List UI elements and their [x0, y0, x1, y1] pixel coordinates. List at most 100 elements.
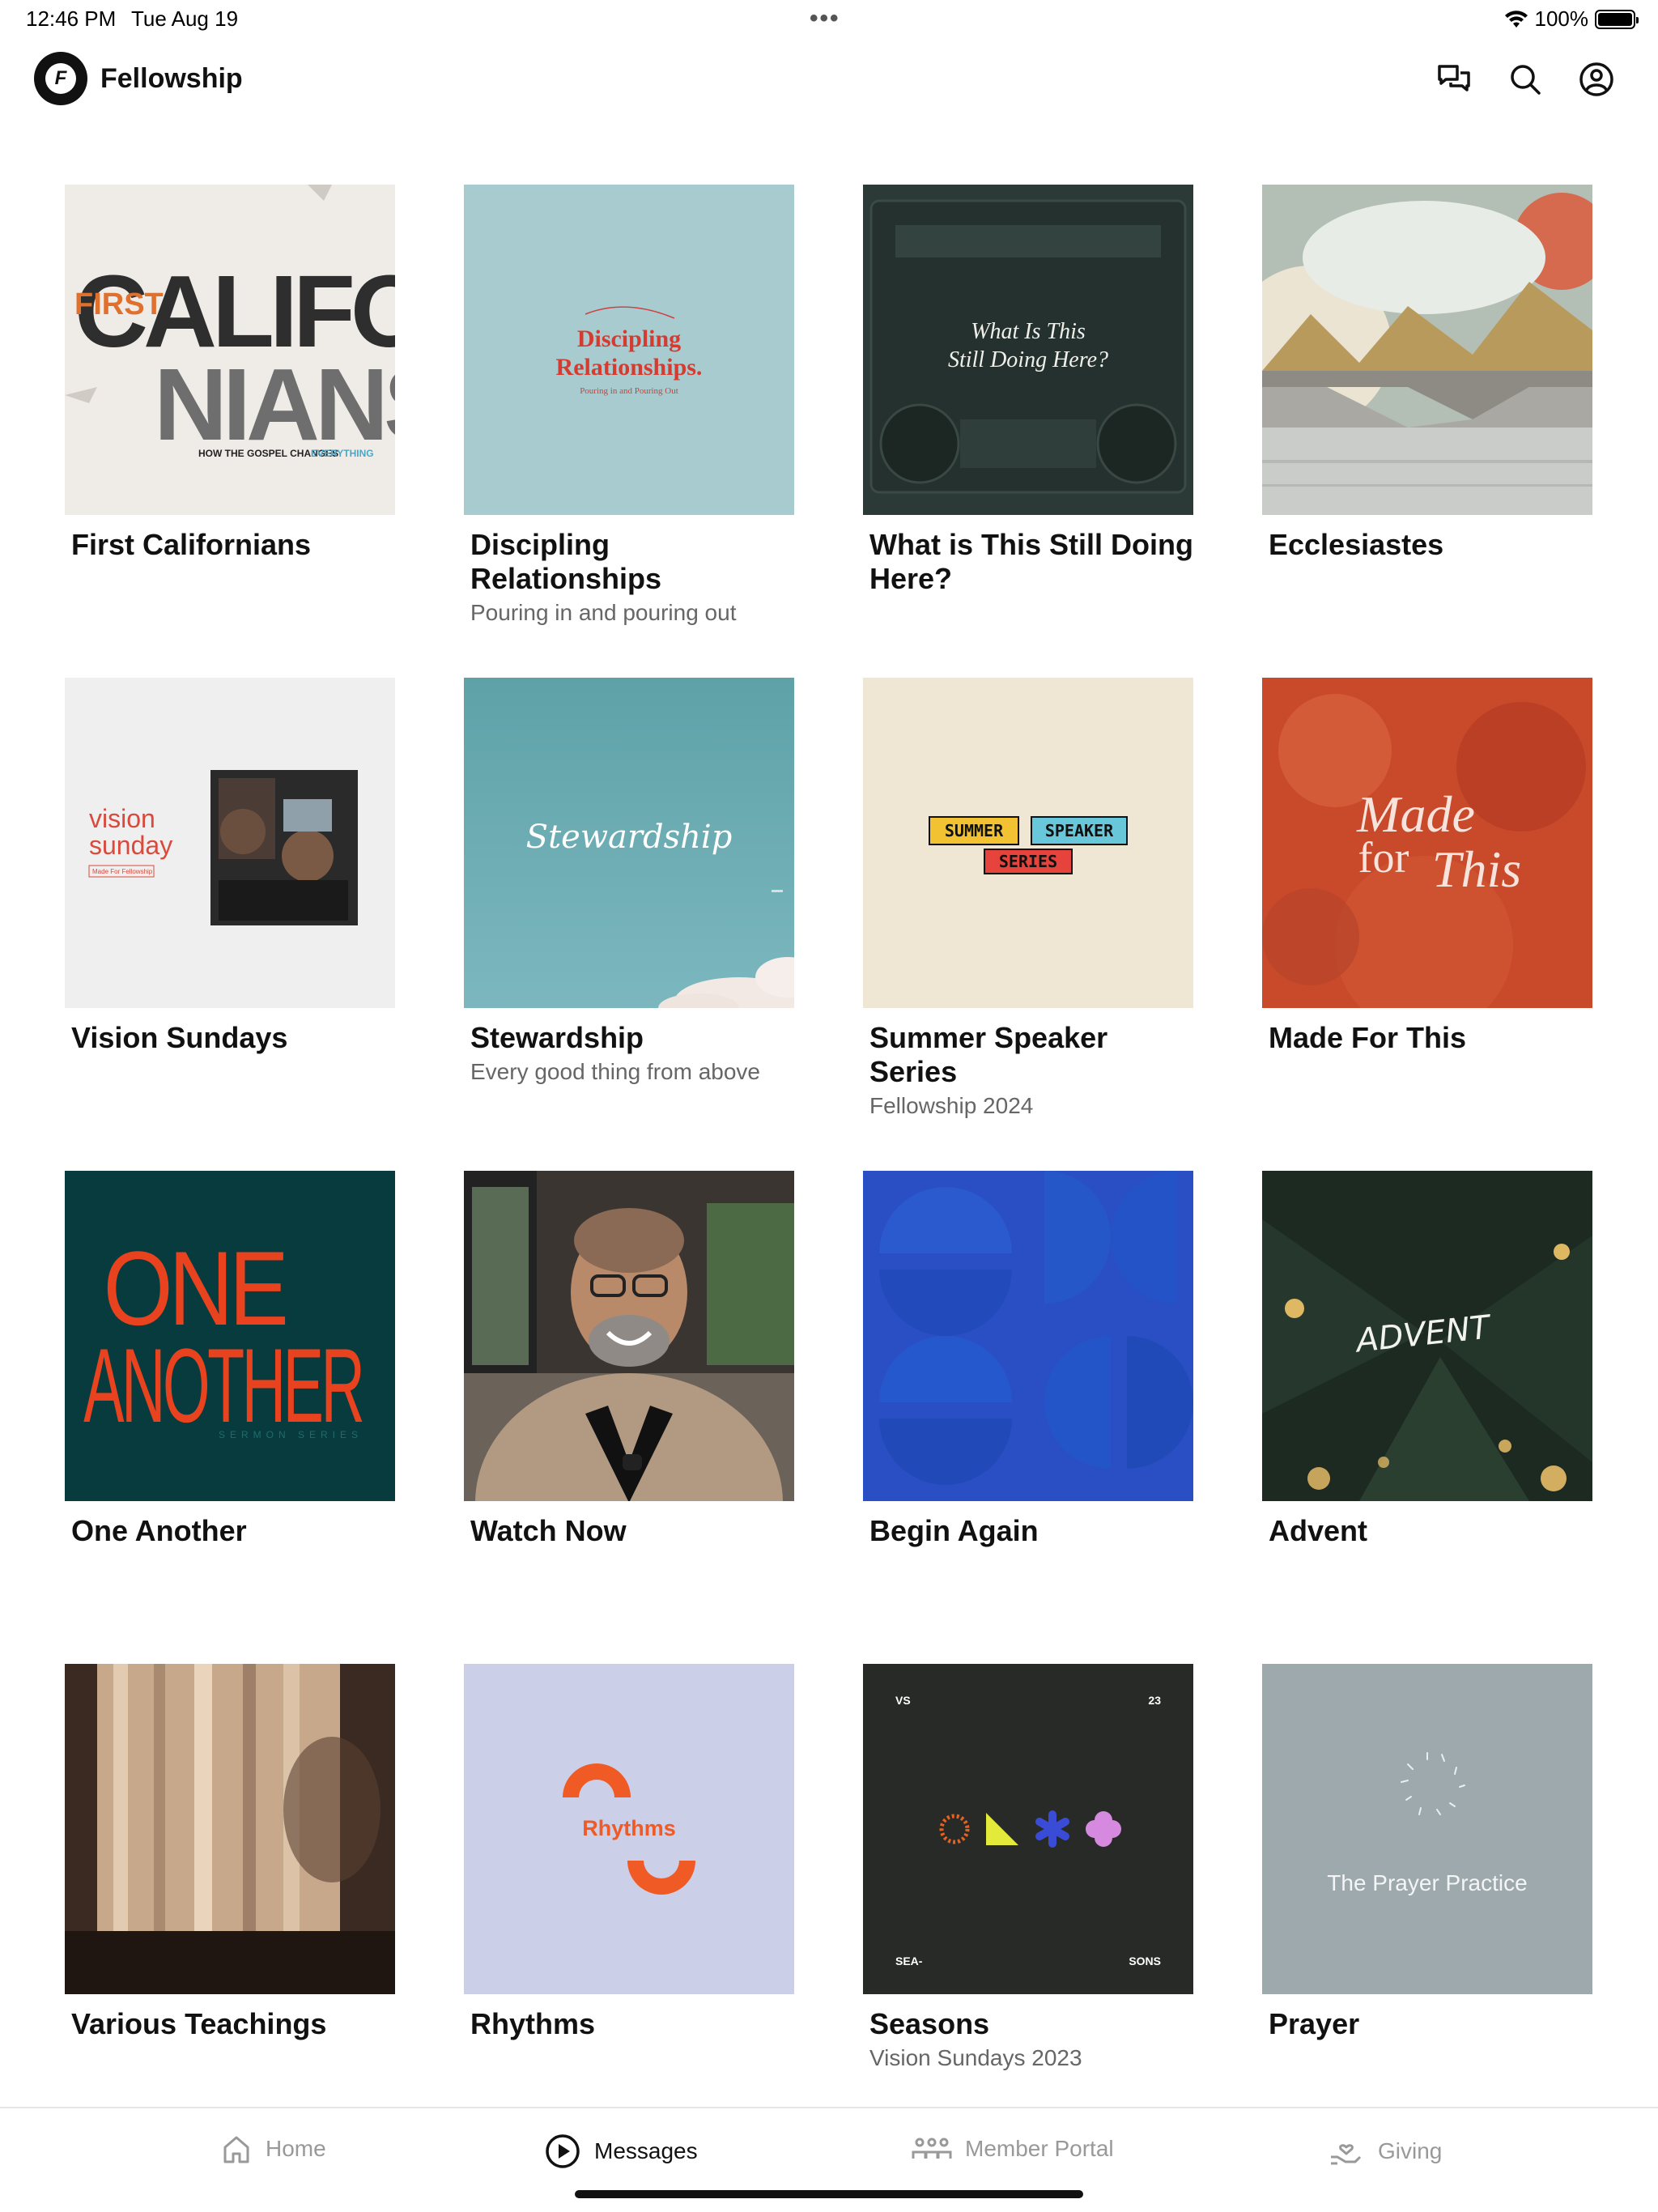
series-title: Advent — [1269, 1514, 1368, 1547]
art-text-1: Discipling — [577, 325, 681, 352]
series-artwork[interactable]: What Is This Still Doing Here? — [863, 185, 1193, 515]
status-bar: 12:46 PM Tue Aug 19 ••• 100% — [0, 0, 1658, 39]
art-text-1: What Is This — [971, 319, 1086, 344]
series-card[interactable]: vision sunday Made For Fellowship Vision… — [65, 678, 395, 1055]
series-artwork[interactable]: VS 23 SEA- SONS — [863, 1664, 1193, 1994]
giving-hand-icon — [1331, 2144, 1362, 2165]
series-title: What is This Still Doing Here? — [869, 528, 1193, 595]
series-title: Summer Speaker Series — [869, 1021, 1108, 1088]
series-card[interactable]: ONE ANOTHER SERMON SERIES One Another — [65, 1171, 395, 1548]
series-subtitle: Fellowship 2024 — [869, 1093, 1034, 1118]
series-artwork[interactable] — [65, 1664, 395, 1994]
series-title: Made For This — [1269, 1021, 1467, 1054]
series-title: Discipling Relationships — [470, 528, 662, 595]
app-header: F Fellowship — [0, 49, 1658, 110]
tab-label: Home — [266, 2136, 326, 2161]
series-title: Vision Sundays — [71, 1021, 288, 1054]
art-footer-accent: EVERYTHING — [311, 448, 374, 459]
art-tag: FIRST — [74, 287, 164, 321]
play-circle-icon — [546, 2134, 580, 2168]
series-artwork[interactable]: ADVENT — [1262, 1171, 1592, 1501]
home-indicator[interactable] — [575, 2190, 1083, 2198]
series-artwork[interactable]: ONE ANOTHER SERMON SERIES — [65, 1171, 395, 1501]
art-text-2: sunday — [89, 831, 172, 860]
series-artwork[interactable] — [1262, 185, 1592, 515]
art-text-2: Still Doing Here? — [948, 347, 1108, 372]
series-subtitle: Every good thing from above — [470, 1059, 760, 1084]
tab-home[interactable]: Home — [220, 2133, 326, 2165]
art-corner-bl: SEA- — [895, 1955, 923, 1967]
art-small: Pouring in and Pouring Out — [580, 386, 678, 396]
series-title: Prayer — [1269, 2007, 1360, 2040]
series-subtitle: Pouring in and pouring out — [470, 600, 737, 625]
art-text-1: vision — [89, 804, 155, 833]
series-title: Rhythms — [470, 2007, 596, 2040]
series-artwork[interactable]: Made for This — [1262, 678, 1592, 1008]
app-title: Fellowship — [100, 63, 243, 94]
series-title: Seasons — [869, 2007, 990, 2040]
chat-icon[interactable] — [1431, 57, 1477, 102]
series-card[interactable]: Ecclesiastes — [1262, 185, 1592, 562]
tab-label: Member Portal — [965, 2136, 1114, 2161]
series-artwork[interactable]: vision sunday Made For Fellowship — [65, 678, 395, 1008]
series-card[interactable]: VS 23 SEA- SONS Seasons Vision Sundays 2… — [863, 1664, 1193, 2072]
art-text-1: The Prayer Practice — [1327, 1870, 1527, 1895]
series-title: Begin Again — [869, 1514, 1039, 1547]
wifi-icon — [1504, 10, 1528, 28]
series-artwork[interactable]: Discipling Relationships. Pouring in and… — [464, 185, 794, 515]
battery-percent: 100% — [1534, 6, 1589, 31]
art-text-1: Stewardship — [526, 819, 733, 856]
art-small: SERMON SERIES — [219, 1429, 363, 1440]
series-card[interactable]: Stewardship Stewardship Every good thing… — [464, 678, 794, 1086]
status-right: 100% — [1504, 6, 1639, 32]
series-title: First Californians — [71, 528, 312, 561]
multitasking-dots-icon[interactable]: ••• — [810, 5, 840, 32]
series-card[interactable]: Made for This Made For This — [1262, 678, 1592, 1055]
art-text-2: for — [1358, 833, 1409, 882]
series-artwork[interactable]: CALIFOR NIANS FIRST HOW THE GOSPEL CHANG… — [65, 185, 395, 515]
series-artwork[interactable] — [464, 1171, 794, 1501]
series-title: Various Teachings — [71, 2007, 327, 2040]
app-logo[interactable]: F — [34, 52, 87, 105]
status-time: 12:46 PM — [26, 6, 117, 31]
art-corner-br: SONS — [1129, 1955, 1161, 1967]
series-card[interactable]: SUMMER SPEAKER SERIES Summer Speaker Ser… — [863, 678, 1193, 1120]
series-card[interactable]: ADVENT Advent — [1262, 1171, 1592, 1548]
art-word-1: SUMMER — [945, 821, 1004, 840]
art-text-2: NIANS — [154, 347, 395, 462]
series-artwork[interactable]: Stewardship — [464, 678, 794, 1008]
logo-letter: F — [45, 63, 76, 94]
art-word-3: SERIES — [999, 852, 1057, 871]
tab-label: Giving — [1378, 2138, 1443, 2163]
series-artwork[interactable]: The Prayer Practice — [1262, 1664, 1592, 1994]
people-icon — [912, 2138, 952, 2159]
art-text-3: This — [1432, 840, 1521, 898]
series-artwork[interactable]: SUMMER SPEAKER SERIES — [863, 678, 1193, 1008]
series-card[interactable]: Various Teachings — [65, 1664, 395, 2041]
series-card[interactable]: Discipling Relationships. Pouring in and… — [464, 185, 794, 627]
series-title: Ecclesiastes — [1269, 528, 1444, 561]
series-title: One Another — [71, 1514, 247, 1547]
art-text-2: Relationships. — [556, 354, 703, 381]
tab-member-portal[interactable]: Member Portal — [912, 2133, 1114, 2165]
series-card[interactable]: The Prayer Practice Prayer — [1262, 1664, 1592, 2041]
series-artwork[interactable] — [863, 1171, 1193, 1501]
home-icon — [223, 2136, 249, 2163]
art-small: Made For Fellowship — [92, 868, 153, 875]
art-corner-tr: 23 — [1148, 1694, 1161, 1707]
series-card[interactable]: What Is This Still Doing Here? What is T… — [863, 185, 1193, 596]
series-card[interactable]: Watch Now — [464, 1171, 794, 1548]
series-artwork[interactable]: Rhythms — [464, 1664, 794, 1994]
search-icon[interactable] — [1503, 57, 1548, 102]
battery-icon — [1595, 9, 1639, 29]
art-corner-tl: VS — [895, 1694, 911, 1707]
art-text-1: Rhythms — [582, 1816, 676, 1840]
tab-messages[interactable]: Messages — [544, 2133, 698, 2170]
series-card[interactable]: CALIFOR NIANS FIRST HOW THE GOSPEL CHANG… — [65, 185, 395, 562]
series-card[interactable]: Begin Again — [863, 1171, 1193, 1548]
tab-label: Messages — [594, 2138, 698, 2163]
series-card[interactable]: Rhythms Rhythms — [464, 1664, 794, 2041]
series-subtitle: Vision Sundays 2023 — [869, 2045, 1082, 2070]
tab-giving[interactable]: Giving — [1328, 2133, 1442, 2170]
account-icon[interactable] — [1574, 57, 1619, 102]
